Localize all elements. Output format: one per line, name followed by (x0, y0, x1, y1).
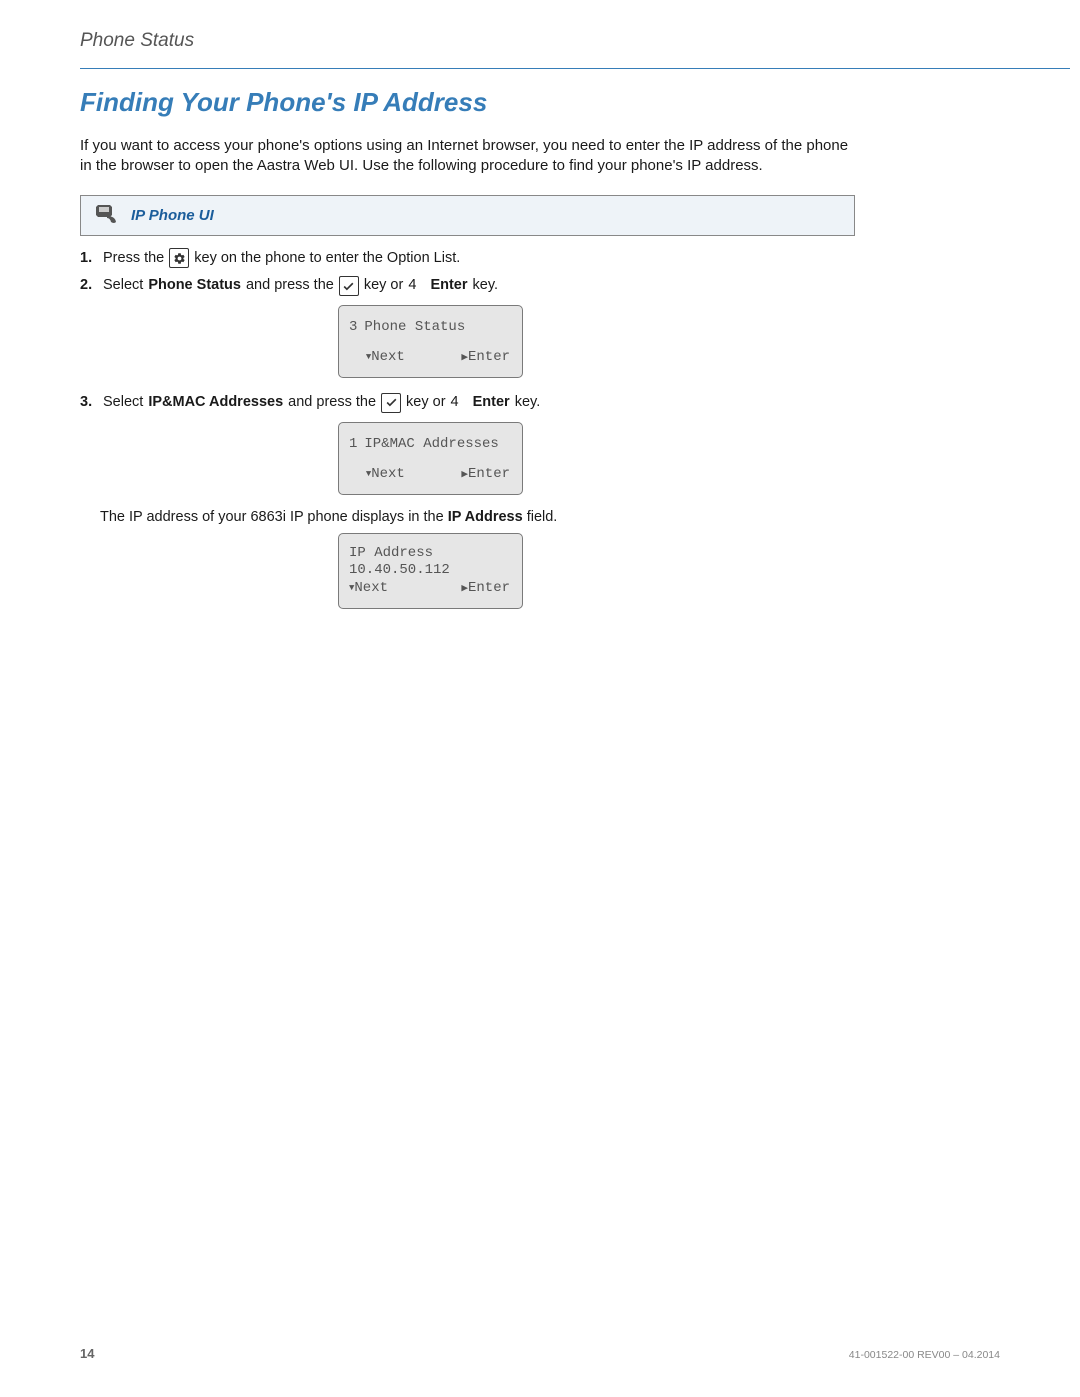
page-number: 14 (80, 1346, 94, 1361)
section-title: Finding Your Phone's IP Address (80, 87, 1000, 118)
step-text: Select (103, 275, 143, 297)
lcd-enter: ▶Enter (461, 464, 510, 485)
note-paragraph: The IP address of your 6863i IP phone di… (100, 509, 1000, 525)
step-text: and press the (246, 275, 334, 297)
lcd-next: ▼Next (349, 578, 388, 599)
lcd-enter: ▶Enter (461, 578, 510, 599)
lcd-screen-ip-address: IP Address 10.40.50.112 ▼Next ▶Enter (338, 533, 523, 610)
step-1: 1. Press the key on the phone to enter t… (80, 248, 1000, 270)
step-3: 3. Select IP&MAC Addresses and press the… (80, 392, 1000, 414)
lcd-screen-phone-status: 3 Phone Status ▼Next ▶Enter (338, 305, 523, 378)
lcd-next: ▼Next (349, 464, 405, 485)
step-text: and press the (288, 392, 376, 414)
step-text: 4 (408, 275, 416, 297)
doc-revision: 41-001522-00 REV00 – 04.2014 (849, 1349, 1000, 1361)
steps-list: 1. Press the key on the phone to enter t… (80, 248, 1000, 298)
lcd-screen-ipmac: 1 IP&MAC Addresses ▼Next ▶Enter (338, 422, 523, 495)
running-header: Phone Status (80, 30, 1000, 52)
step-number: 2. (80, 275, 98, 297)
step-bold: Phone Status (148, 275, 241, 297)
step-text: key or (364, 275, 404, 297)
step-text: key. (515, 392, 541, 414)
check-key-icon (339, 276, 359, 296)
lcd-enter: ▶Enter (461, 347, 510, 368)
lcd-index: 3 (349, 317, 357, 338)
lcd-index: 1 (349, 434, 357, 455)
step-number: 3. (80, 392, 98, 414)
step-text: Press the (103, 248, 164, 270)
lcd-next: ▼Next (349, 347, 405, 368)
header-rule (80, 68, 1070, 69)
callout-box: IP Phone UI (80, 195, 855, 236)
callout-label: IP Phone UI (131, 207, 214, 224)
step-text: Select (103, 392, 143, 414)
intro-paragraph: If you want to access your phone's optio… (80, 136, 860, 177)
step-text: key or (406, 392, 446, 414)
phone-icon (93, 202, 119, 229)
step-text: key on the phone to enter the Option Lis… (194, 248, 460, 270)
check-key-icon (381, 393, 401, 413)
step-bold: Enter (430, 275, 467, 297)
lcd-title: Phone Status (364, 317, 465, 338)
lcd-ip-value: 10.40.50.112 (349, 562, 510, 579)
step-text: key. (473, 275, 499, 297)
settings-key-icon (169, 248, 189, 268)
step-bold: Enter (473, 392, 510, 414)
page-footer: 14 41-001522-00 REV00 – 04.2014 (80, 1346, 1000, 1361)
steps-list-cont: 3. Select IP&MAC Addresses and press the… (80, 392, 1000, 414)
lcd-line: IP Address (349, 545, 510, 562)
step-number: 1. (80, 248, 98, 270)
step-2: 2. Select Phone Status and press the key… (80, 275, 1000, 297)
step-bold: IP&MAC Addresses (148, 392, 283, 414)
step-text: 4 (451, 392, 459, 414)
lcd-title: IP&MAC Addresses (364, 434, 498, 455)
